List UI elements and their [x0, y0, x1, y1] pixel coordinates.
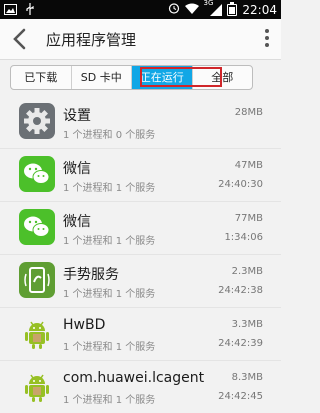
app-process-info: 1 个进程和 1 个服务	[63, 395, 156, 406]
app-runtime: 24:42:38	[218, 285, 263, 296]
app-runtime: 24:42:39	[218, 338, 263, 349]
clock: 22:04	[242, 2, 277, 17]
wechat-icon	[19, 209, 55, 245]
app-runtime: 24:40:30	[218, 179, 263, 190]
app-runtime: 24:42:45	[218, 391, 263, 402]
list-item[interactable]: HwBD 1 个进程和 1 个服务 3.3MB 24:42:39	[0, 308, 281, 361]
app-process-info: 1 个进程和 1 个服务	[63, 236, 156, 247]
app-runtime: 1:34:06	[224, 232, 263, 243]
app-name: com.huawei.lcagent	[63, 370, 205, 386]
tab-sd-card[interactable]: SD 卡中	[72, 66, 132, 89]
list-item[interactable]: 微信 1 个进程和 1 个服务 77MB 1:34:06	[0, 202, 281, 255]
android-icon	[19, 315, 55, 351]
list-item[interactable]: 设置 1 个进程和 0 个服务 28MB	[0, 96, 281, 149]
list-item[interactable]: 微信 1 个进程和 1 个服务 47MB 24:40:30	[0, 149, 281, 202]
settings-icon	[19, 103, 55, 139]
page-title: 应用程序管理	[46, 31, 137, 49]
overflow-menu-icon[interactable]	[263, 29, 271, 49]
highlight-box	[140, 67, 222, 87]
app-memory: 77MB	[234, 213, 263, 224]
list-item[interactable]: com.huawei.lcagent 1 个进程和 1 个服务 8.3MB 24…	[0, 361, 281, 413]
app-memory: 2.3MB	[231, 266, 263, 277]
app-process-info: 1 个进程和 1 个服务	[63, 289, 156, 300]
app-memory: 3.3MB	[231, 319, 263, 330]
running-app-list: 设置 1 个进程和 0 个服务 28MB 微信 1 个进程和 1 个服务 47M…	[0, 96, 281, 413]
app-name: 微信	[63, 214, 91, 230]
app-name: HwBD	[63, 317, 106, 333]
tab-downloaded[interactable]: 已下载	[11, 66, 72, 89]
battery-icon	[227, 1, 238, 16]
action-bar: 应用程序管理	[0, 19, 281, 60]
app-name: 微信	[63, 161, 91, 177]
gesture-icon	[19, 262, 55, 298]
status-bar: 3G 22:04	[0, 0, 281, 19]
usb-icon	[25, 3, 35, 18]
app-process-info: 1 个进程和 0 个服务	[63, 130, 156, 141]
app-memory: 28MB	[234, 107, 263, 118]
app-process-info: 1 个进程和 1 个服务	[63, 183, 156, 194]
wifi-icon	[184, 3, 199, 17]
image-icon	[4, 4, 21, 18]
app-name: 设置	[63, 108, 91, 124]
app-memory: 47MB	[234, 160, 263, 171]
wechat-icon	[19, 156, 55, 192]
android-icon	[19, 368, 55, 404]
signal-icon: 3G	[204, 0, 223, 16]
app-process-info: 1 个进程和 1 个服务	[63, 342, 156, 353]
app-name: 手势服务	[63, 267, 119, 283]
list-item[interactable]: 手势服务 1 个进程和 1 个服务 2.3MB 24:42:38	[0, 255, 281, 308]
network-type-label: 3G	[203, 0, 214, 7]
alarm-icon	[168, 2, 180, 17]
back-icon[interactable]	[10, 27, 30, 51]
app-memory: 8.3MB	[231, 372, 263, 383]
